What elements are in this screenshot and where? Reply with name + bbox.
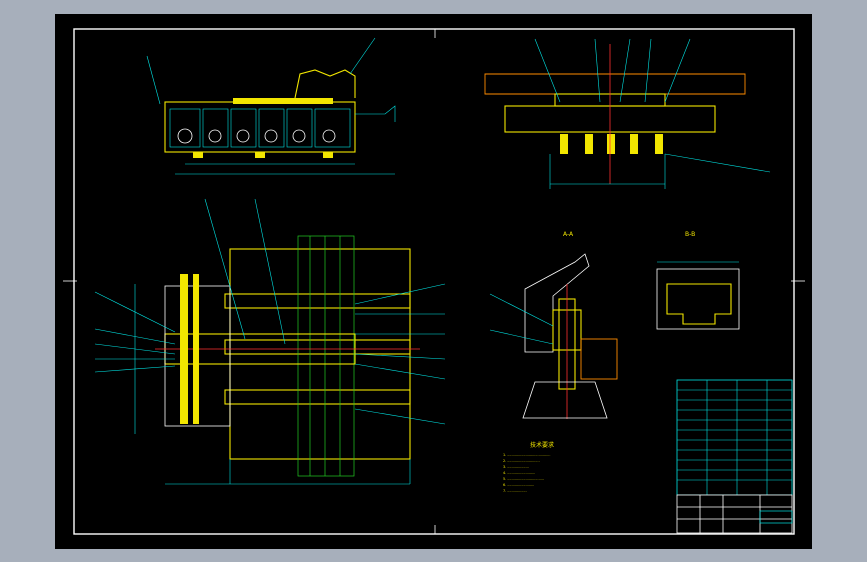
side-view [484, 38, 771, 189]
drawing-viewport[interactable]: A-A B-B 技术要求 1. ........................… [55, 14, 812, 549]
note-6: 6. ......................... [503, 483, 534, 487]
technical-notes: 技术要求 1. ................................… [503, 441, 554, 493]
note-5: 5. .................................. [503, 477, 544, 481]
note-3: 3. .................... [503, 465, 529, 469]
note-7: 7. .................. [503, 489, 527, 493]
note-1: 1. .....................................… [503, 453, 550, 457]
title-block [676, 379, 793, 534]
note-4: 4. .......................... [503, 471, 535, 475]
plan-view [94, 198, 446, 485]
section-b-label: B-B [685, 231, 695, 238]
section-a-label: A-A [563, 231, 574, 238]
cad-drawing: A-A B-B 技术要求 1. ........................… [63, 28, 805, 535]
section-b-b: B-B [656, 231, 740, 330]
notes-title: 技术要求 [530, 441, 554, 449]
note-2: 2. .............................. [503, 459, 540, 463]
front-view [146, 37, 396, 175]
section-a-a: A-A [489, 231, 618, 419]
